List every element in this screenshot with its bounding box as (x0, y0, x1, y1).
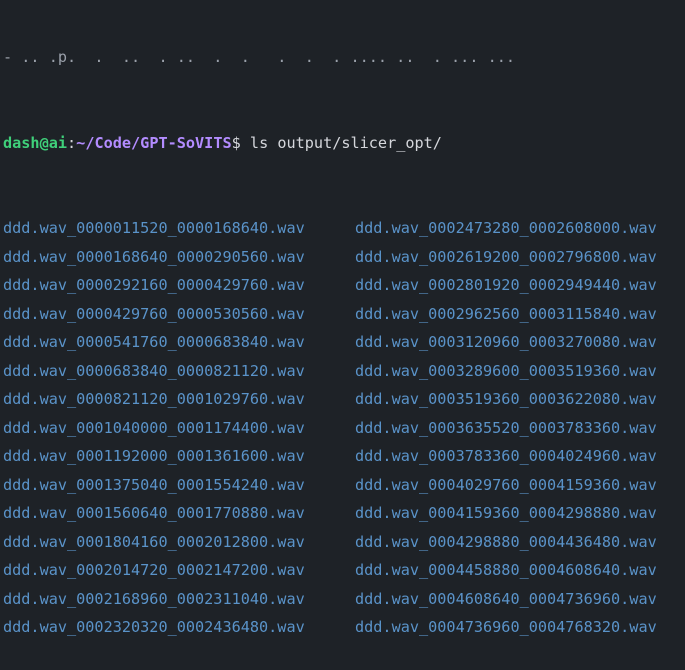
file-row: ddd.wav_0001375040_0001554240.wav ddd.wav… (3, 471, 685, 500)
file-name: ddd.wav_0001804160_0002012800.wav (3, 532, 305, 551)
file-row: ddd.wav_0002014720_0002147200.wav ddd.wav… (3, 556, 685, 585)
file-name: ddd.wav_0001192000_0001361600.wav (3, 447, 305, 465)
file-name: ddd.wav_0002801920_0002949440.wav (355, 276, 657, 294)
file-name: ddd.wav_0000429760_0000530560.wav (3, 304, 305, 323)
file-row: ddd.wav_0000429760_0000530560.wav ddd.wav… (3, 300, 685, 329)
file-name: ddd.wav_0000292160_0000429760.wav (3, 276, 305, 294)
file-name: ddd.wav_0001560640_0001770880.wav (3, 504, 305, 522)
file-name: ddd.wav_0000168640_0000290560.wav (3, 247, 305, 266)
file-name: ddd.wav_0002962560_0003115840.wav (355, 304, 657, 323)
command-text: ls output/slicer_opt/ (240, 133, 442, 152)
file-listing: ddd.wav_0000011520_0000168640.wav ddd.wav… (3, 214, 685, 642)
file-name: ddd.wav_0003519360_0003622080.wav (355, 390, 657, 408)
file-name: ddd.wav_0003120960_0003270080.wav (355, 333, 657, 351)
file-row: ddd.wav_0002320320_0002436480.wav ddd.wav… (3, 613, 685, 642)
file-name: ddd.wav_0000821120_0001029760.wav (3, 390, 305, 408)
file-name: ddd.wav_0000541760_0000683840.wav (3, 333, 305, 351)
file-row: ddd.wav_0001560640_0001770880.wav ddd.wav… (3, 499, 685, 528)
file-name: ddd.wav_0000011520_0000168640.wav (3, 219, 305, 237)
file-name: ddd.wav_0002619200_0002796800.wav (355, 247, 657, 266)
file-row: ddd.wav_0000011520_0000168640.wav ddd.wav… (3, 214, 685, 243)
file-name: ddd.wav_0002014720_0002147200.wav (3, 561, 305, 579)
file-name: ddd.wav_0003289600_0003519360.wav (355, 361, 657, 380)
file-name: ddd.wav_0002168960_0002311040.wav (3, 589, 305, 608)
prompt-symbol: $ (231, 133, 241, 152)
file-row: ddd.wav_0002168960_0002311040.wav ddd.wav… (3, 585, 685, 614)
file-name: ddd.wav_0000683840_0000821120.wav (3, 361, 305, 380)
clipped-previous-line: - .. .p. . .. . .. . . . . . .... .. . .… (3, 48, 516, 66)
file-name: ddd.wav_0003783360_0004024960.wav (355, 447, 657, 465)
file-row: ddd.wav_0000168640_0000290560.wav ddd.wav… (3, 243, 685, 272)
file-name: ddd.wav_0004458880_0004608640.wav (355, 561, 657, 579)
file-name: ddd.wav_0003635520_0003783360.wav (355, 418, 657, 437)
file-name: ddd.wav_0004608640_0004736960.wav (355, 589, 657, 608)
prompt-user-host: dash@ai (3, 133, 68, 152)
prompt-path: ~/Code/GPT-SoVITS (76, 133, 232, 152)
file-row: ddd.wav_0001040000_0001174400.wav ddd.wav… (3, 414, 685, 443)
file-name: ddd.wav_0004159360_0004298880.wav (355, 504, 657, 522)
file-name: ddd.wav_0001040000_0001174400.wav (3, 418, 305, 437)
file-name: ddd.wav_0001375040_0001554240.wav (3, 475, 305, 494)
file-name: ddd.wav_0004298880_0004436480.wav (355, 532, 657, 551)
file-row: ddd.wav_0000541760_0000683840.wav ddd.wav… (3, 328, 685, 357)
file-row: ddd.wav_0000683840_0000821120.wav ddd.wav… (3, 357, 685, 386)
file-row: ddd.wav_0000292160_0000429760.wav ddd.wav… (3, 271, 685, 300)
file-row: ddd.wav_0001804160_0002012800.wav ddd.wav… (3, 528, 685, 557)
file-name: ddd.wav_0004736960_0004768320.wav (355, 618, 657, 636)
command-prompt-line: dash@ai:~/Code/GPT-SoVITS$ ls output/sli… (3, 129, 685, 158)
file-name: ddd.wav_0002473280_0002608000.wav (355, 219, 657, 237)
file-row: ddd.wav_0000821120_0001029760.wav ddd.wav… (3, 385, 685, 414)
terminal-output[interactable]: - .. .p. . .. . .. . . . . . .... .. . .… (3, 0, 685, 670)
prompt-separator: : (67, 133, 77, 152)
file-name: ddd.wav_0002320320_0002436480.wav (3, 618, 305, 636)
file-name: ddd.wav_0004029760_0004159360.wav (355, 475, 657, 494)
file-row: ddd.wav_0001192000_0001361600.wav ddd.wav… (3, 442, 685, 471)
